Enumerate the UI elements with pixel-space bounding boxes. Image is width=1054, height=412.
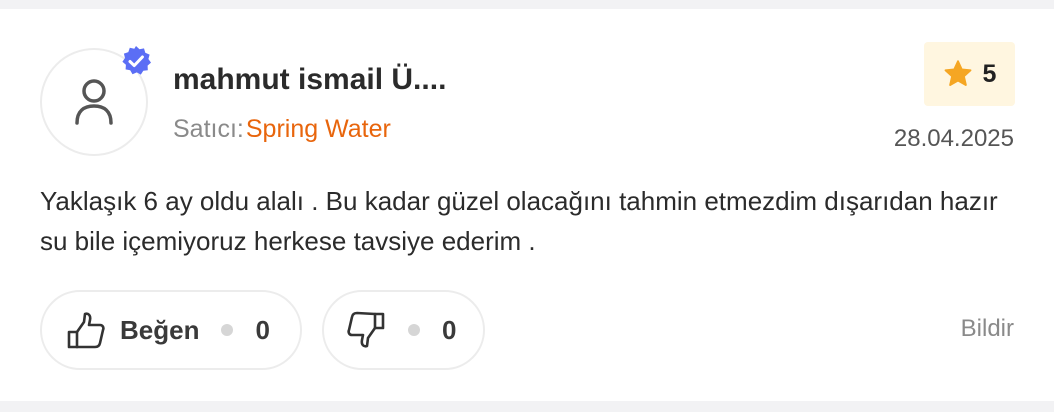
thumbs-up-icon — [67, 312, 105, 349]
review-card: mahmut ismail Ü.... Satıcı:Spring Water … — [0, 9, 1054, 401]
verified-badge-icon — [122, 46, 151, 75]
seller-label: Satıcı: — [173, 115, 244, 143]
like-button[interactable]: Beğen 0 — [40, 290, 302, 370]
user-icon — [75, 79, 113, 125]
dislike-button[interactable]: 0 — [322, 290, 485, 370]
seller-link[interactable]: Spring Water — [246, 115, 391, 143]
separator-dot — [408, 324, 420, 336]
dislike-count: 0 — [442, 314, 457, 345]
reviewer-name: mahmut ismail Ü.... — [173, 63, 447, 96]
like-count: 0 — [255, 314, 270, 345]
star-icon — [944, 60, 971, 86]
report-link[interactable]: Bildir — [961, 315, 1014, 343]
rating-value: 5 — [982, 59, 997, 88]
review-date: 28.04.2025 — [893, 125, 1014, 152]
like-label: Beğen — [120, 314, 200, 345]
separator-dot — [221, 324, 234, 336]
thumbs-down-icon — [347, 311, 385, 348]
rating-badge: 5 — [924, 42, 1015, 106]
seller-info: Satıcı:Spring Water — [173, 115, 391, 144]
review-text: Yaklaşık 6 ay oldu alalı . Bu kadar güze… — [40, 186, 998, 256]
